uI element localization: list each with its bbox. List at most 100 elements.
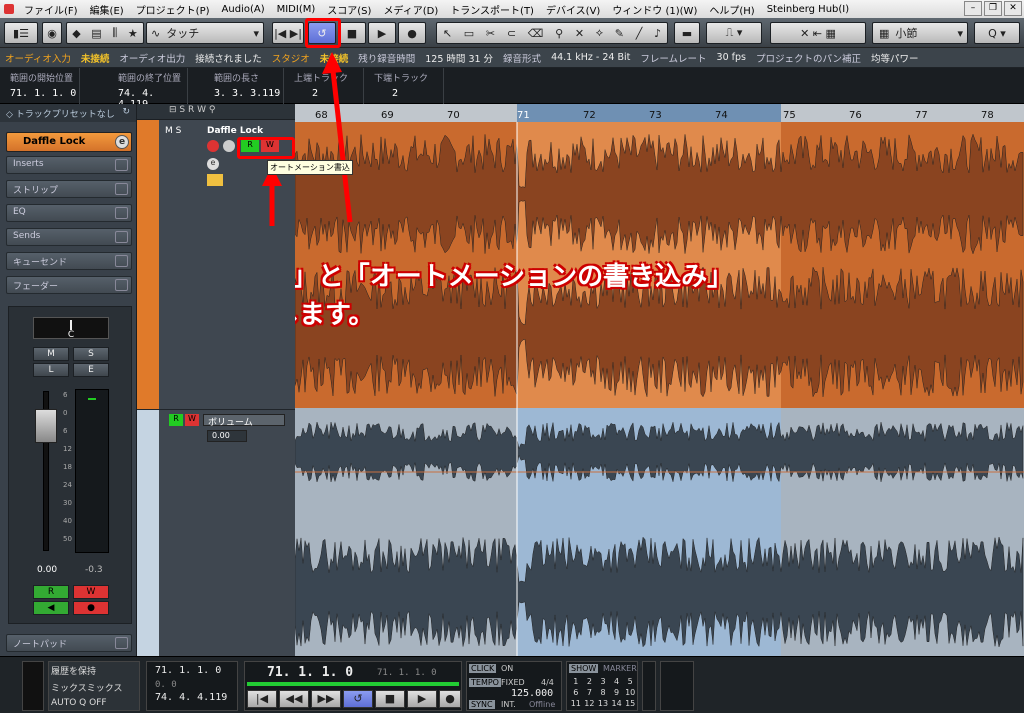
auto-read-button[interactable]: R — [169, 414, 183, 426]
marker-slot[interactable]: 6 — [569, 687, 583, 698]
glue-icon[interactable]: ⊂ — [507, 27, 516, 40]
project-window-icon[interactable]: ▮☰ — [4, 22, 38, 44]
section-cue-sends[interactable]: キューセンド — [6, 252, 132, 270]
solo-button[interactable]: S — [73, 347, 109, 361]
star-icon[interactable]: ★ — [128, 27, 138, 40]
range-length-value[interactable]: 3. 3. 3.119 — [204, 84, 283, 99]
write-automation-button[interactable]: W — [73, 585, 109, 599]
monitor-button[interactable]: ◀ — [33, 601, 69, 615]
restore-icon[interactable]: ❐ — [984, 1, 1002, 16]
bypass-icon[interactable] — [115, 279, 128, 291]
marker-slot[interactable]: 4 — [610, 676, 624, 687]
erase-icon[interactable]: ⌫ — [528, 27, 544, 40]
tempo-button[interactable]: TEMPO — [469, 678, 501, 687]
click-button[interactable]: CLICK — [469, 664, 497, 673]
menu-help[interactable]: ヘルプ(H) — [703, 2, 760, 17]
menu-devices[interactable]: デバイス(V) — [540, 2, 606, 17]
snap-select[interactable]: ▦ 小節 ▾ — [872, 22, 968, 44]
track-preset-label[interactable]: トラックプリセットなし — [16, 110, 115, 120]
bottom-track-value[interactable]: 2 — [364, 84, 443, 99]
rewind-start-button[interactable]: |◀ ▶| — [272, 22, 304, 44]
menu-file[interactable]: ファイル(F) — [18, 2, 84, 17]
marker-slot[interactable]: 2 — [583, 676, 597, 687]
tool-palette[interactable]: ↖ ▭ ✂ ⊂ ⌫ ⚲ ✕ ⟡ ✎ ╱ ♪ — [436, 22, 668, 44]
auto-q-label[interactable]: AUTO Q — [51, 698, 86, 708]
marker-slot[interactable]: 13 — [596, 698, 610, 709]
range-length[interactable]: 範囲の長さ 3. 3. 3.119 — [204, 68, 284, 104]
mute-solo-buttons[interactable]: M S — [165, 126, 181, 136]
quantize-icon[interactable]: Q ▾ — [974, 22, 1020, 44]
section-strip[interactable]: ストリップ — [6, 180, 132, 198]
transport-play-button[interactable]: ▶ — [407, 690, 437, 708]
line-icon[interactable]: ╱ — [636, 27, 643, 40]
menu-edit[interactable]: 編集(E) — [84, 2, 130, 17]
marker-slot[interactable]: 8 — [596, 687, 610, 698]
marker-slot[interactable]: 12 — [583, 698, 597, 709]
automation-param-select[interactable]: ボリューム — [203, 414, 285, 428]
bottom-track[interactable]: 下端トラック 2 — [364, 68, 444, 104]
marker-slot[interactable]: 10 — [623, 687, 637, 698]
menu-audio[interactable]: Audio(A) — [216, 4, 271, 15]
audio-track[interactable]: M S Daffle Lock R W オートメーション書込 e — [137, 120, 353, 410]
range-start[interactable]: 範囲の開始位置 71. 1. 1. 0 — [0, 68, 80, 104]
nudge-icon[interactable]: ⎍ ▾ — [706, 22, 762, 44]
minimize-icon[interactable]: – — [964, 1, 982, 16]
transport-record-button[interactable]: ● — [439, 690, 461, 708]
record-button[interactable]: ● — [398, 22, 426, 44]
split-icon[interactable]: ✂ — [486, 27, 495, 40]
notepad-icon[interactable] — [115, 637, 128, 649]
time-warp-icon[interactable]: ⟡ — [596, 26, 603, 40]
automation-track[interactable]: R W ボリューム 0.00 — [137, 410, 295, 656]
event-display[interactable]: 「サイクル」と「オートメーションの書き込み」 をオンにします。 — [295, 122, 1024, 656]
secondary-display[interactable]: 71. 1. 1. 0 — [377, 668, 437, 678]
mute-icon[interactable]: ✕ — [575, 27, 584, 40]
marker-slot[interactable]: 5 — [623, 676, 637, 687]
marker-slot[interactable]: 15 — [623, 698, 637, 709]
tempo-value[interactable]: 125.000 — [511, 688, 553, 699]
menu-project[interactable]: プロジェクト(P) — [130, 2, 216, 17]
bypass-icon[interactable] — [115, 207, 128, 219]
track-list-buttons[interactable]: ⊟ S R W ⚲ — [169, 105, 215, 115]
transport-cycle-button[interactable]: ↺ — [343, 690, 373, 708]
marker-slot[interactable]: 3 — [596, 676, 610, 687]
section-inserts[interactable]: Inserts — [6, 156, 132, 174]
snap-toggles[interactable]: ✕ ⇤ ▦ — [770, 22, 866, 44]
inspector-track-name[interactable]: Daffle Lock e — [6, 132, 132, 152]
track-name[interactable]: Daffle Lock — [207, 126, 263, 136]
left-locator[interactable]: 71. 1. 1. 0 — [147, 662, 237, 679]
position-bar[interactable] — [247, 682, 459, 686]
read-automation-button[interactable]: R — [33, 585, 69, 599]
marker-slot[interactable]: 7 — [583, 687, 597, 698]
listen-button[interactable]: L — [33, 363, 69, 377]
draw-icon[interactable]: ✎ — [615, 27, 624, 40]
section-sends[interactable]: Sends — [6, 228, 132, 246]
edit-button[interactable]: E — [73, 363, 109, 377]
go-to-start-button[interactable]: |◀ — [247, 690, 277, 708]
inspector-icon[interactable]: ◆ — [72, 27, 80, 40]
pointer-icon[interactable]: ↖ — [443, 27, 452, 40]
sync-button[interactable]: SYNC — [469, 700, 495, 709]
volume-fader[interactable] — [35, 409, 57, 443]
edit-channel-icon[interactable]: e — [115, 135, 129, 149]
ruler[interactable]: 68 69 70 71 72 73 74 75 76 77 78 — [295, 104, 1024, 122]
view-toggles[interactable]: ◆ ▤ ⫼ ★ — [66, 22, 144, 44]
history-label[interactable]: 履歴を保持 — [49, 662, 139, 679]
play-tool-icon[interactable]: ♪ — [654, 27, 661, 40]
range-start-value[interactable]: 71. 1. 1. 0 — [0, 84, 79, 99]
top-track[interactable]: 上端トラック 2 — [284, 68, 364, 104]
transport-stop-button[interactable]: ■ — [375, 690, 405, 708]
zoom-icon[interactable]: ⚲ — [555, 27, 563, 40]
forward-button[interactable]: ▶▶ — [311, 690, 341, 708]
automation-value[interactable]: 0.00 — [207, 430, 247, 442]
menu-window[interactable]: ウィンドウ (1)(W) — [606, 2, 703, 17]
volume-value[interactable]: 0.00 — [37, 565, 57, 575]
menu-transport[interactable]: トランスポート(T) — [444, 2, 540, 17]
menu-hub[interactable]: Steinberg Hub(I) — [761, 4, 855, 15]
show-button[interactable]: SHOW — [569, 664, 599, 673]
mix-label[interactable]: ミックスミックス — [49, 679, 139, 696]
position-display[interactable]: 71. 1. 1. 0 — [267, 665, 353, 680]
rewind-button[interactable]: ◀◀ — [279, 690, 309, 708]
stop-button[interactable]: ■ — [338, 22, 366, 44]
bypass-icon[interactable] — [115, 231, 128, 243]
refresh-icon[interactable]: ↻ — [122, 107, 130, 117]
